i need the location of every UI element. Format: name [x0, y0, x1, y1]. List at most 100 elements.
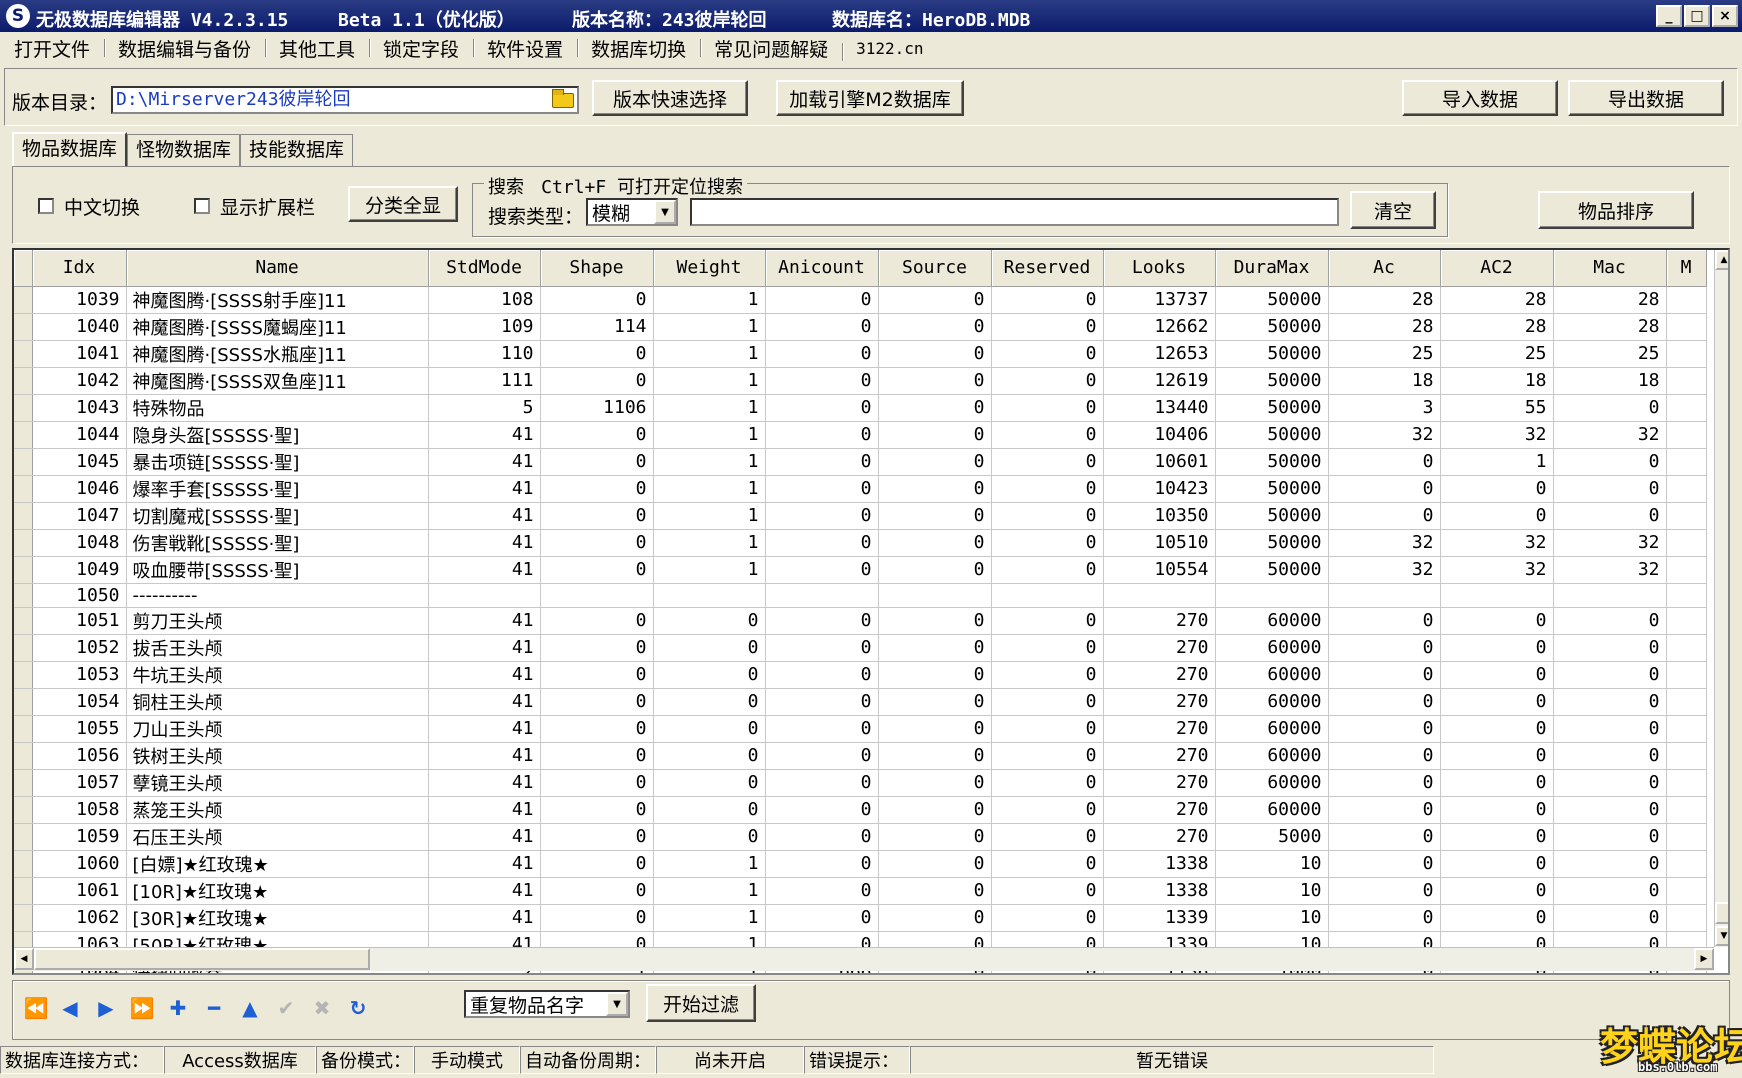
- table-row[interactable]: 1052 拔舌王头颅 41 0 0 0 0 0 270 60000 0 0 0: [14, 634, 1707, 662]
- tab-items[interactable]: 物品数据库: [12, 132, 128, 166]
- cell-weight[interactable]: 0: [653, 769, 766, 797]
- cell-ac[interactable]: 0: [1328, 850, 1441, 878]
- cell-ac2[interactable]: 55: [1440, 394, 1554, 422]
- cell-m[interactable]: [1666, 448, 1707, 476]
- cell-duramax[interactable]: 60000: [1215, 688, 1329, 716]
- cell-name[interactable]: 牛坑王头颅: [126, 661, 429, 689]
- cell-shape[interactable]: 0: [540, 475, 654, 503]
- cell-m[interactable]: [1666, 796, 1707, 824]
- cell-looks[interactable]: 13737: [1103, 286, 1216, 314]
- cell-stdmode[interactable]: 109: [428, 313, 541, 341]
- cell-mac[interactable]: 0: [1553, 823, 1667, 851]
- cell-m[interactable]: [1666, 607, 1707, 635]
- cell-anicount[interactable]: 0: [765, 661, 879, 689]
- cell-weight[interactable]: 0: [653, 607, 766, 635]
- cell-duramax[interactable]: 60000: [1215, 661, 1329, 689]
- cell-anicount[interactable]: 0: [765, 286, 879, 314]
- cell-reserved[interactable]: 0: [991, 877, 1104, 905]
- cell-reserved[interactable]: 0: [991, 313, 1104, 341]
- cell-m[interactable]: [1666, 475, 1707, 503]
- cell-ac2[interactable]: 0: [1440, 904, 1554, 932]
- cell-anicount[interactable]: 0: [765, 688, 879, 716]
- cell-mac[interactable]: 0: [1553, 904, 1667, 932]
- cell-stdmode[interactable]: 41: [428, 502, 541, 530]
- cell-reserved[interactable]: 0: [991, 448, 1104, 476]
- row-indicator[interactable]: [14, 502, 33, 530]
- cell-duramax[interactable]: 50000: [1215, 286, 1329, 314]
- cell-looks[interactable]: 13440: [1103, 394, 1216, 422]
- cell-ac2[interactable]: 32: [1440, 556, 1554, 584]
- cell-reserved[interactable]: 0: [991, 475, 1104, 503]
- cell-idx[interactable]: 1051: [32, 607, 127, 635]
- table-row[interactable]: 1045 暴击项链[SSSSS·聖] 41 0 1 0 0 0 10601 50000 0 1 0: [14, 448, 1707, 476]
- cell-ac[interactable]: 32: [1328, 556, 1441, 584]
- cell-ac[interactable]: 0: [1328, 475, 1441, 503]
- cell-stdmode[interactable]: 41: [428, 877, 541, 905]
- cell-idx[interactable]: 1048: [32, 529, 127, 557]
- column-header-looks[interactable]: Looks: [1103, 250, 1216, 287]
- cell-name[interactable]: ----------: [126, 583, 429, 608]
- cell-mac[interactable]: [1553, 583, 1667, 608]
- cell-ac2[interactable]: 0: [1440, 634, 1554, 662]
- cell-duramax[interactable]: 10: [1215, 904, 1329, 932]
- cell-reserved[interactable]: 0: [991, 394, 1104, 422]
- tab-skills[interactable]: 技能数据库: [240, 134, 354, 166]
- cell-weight[interactable]: 1: [653, 367, 766, 395]
- cell-m[interactable]: [1666, 502, 1707, 530]
- cell-stdmode[interactable]: 41: [428, 904, 541, 932]
- row-indicator[interactable]: [14, 475, 33, 503]
- cell-idx[interactable]: 1060: [32, 850, 127, 878]
- table-row[interactable]: 1040 神魔图腾·[SSSS魔蝎座]11 109 114 1 0 0 0 12662 50000…: [14, 313, 1707, 341]
- cell-duramax[interactable]: 50000: [1215, 367, 1329, 395]
- cell-shape[interactable]: 0: [540, 367, 654, 395]
- cell-duramax[interactable]: 50000: [1215, 529, 1329, 557]
- cell-weight[interactable]: [653, 583, 766, 608]
- cell-idx[interactable]: 1061: [32, 877, 127, 905]
- cell-shape[interactable]: 0: [540, 661, 654, 689]
- cell-ac2[interactable]: 28: [1440, 313, 1554, 341]
- cell-mac[interactable]: 0: [1553, 742, 1667, 770]
- cell-weight[interactable]: 1: [653, 904, 766, 932]
- cell-reserved[interactable]: 0: [991, 850, 1104, 878]
- cell-looks[interactable]: 12653: [1103, 340, 1216, 368]
- cell-looks[interactable]: 270: [1103, 742, 1216, 770]
- item-sort-button[interactable]: 物品排序: [1538, 191, 1694, 229]
- cell-source[interactable]: 0: [878, 904, 992, 932]
- cell-weight[interactable]: 1: [653, 529, 766, 557]
- cell-shape[interactable]: [540, 583, 654, 608]
- menu-website-link[interactable]: 3122.cn: [842, 39, 937, 61]
- table-row[interactable]: 1047 切割魔戒[SSSSS·聖] 41 0 1 0 0 0 10350 50000 0 0 0: [14, 502, 1707, 530]
- cell-idx[interactable]: 1050: [32, 583, 127, 608]
- cell-stdmode[interactable]: 41: [428, 421, 541, 449]
- cell-reserved[interactable]: 0: [991, 529, 1104, 557]
- cell-ac[interactable]: 0: [1328, 877, 1441, 905]
- cell-name[interactable]: 刀山王头颅: [126, 715, 429, 743]
- cell-duramax[interactable]: 50000: [1215, 313, 1329, 341]
- scroll-down-icon[interactable]: ▼: [1715, 926, 1728, 946]
- insert-icon[interactable]: ✚: [164, 996, 192, 1020]
- cell-name[interactable]: [白嫖]★红玫瑰★: [126, 850, 429, 878]
- cell-duramax[interactable]: 50000: [1215, 448, 1329, 476]
- cell-name[interactable]: 剪刀王头颅: [126, 607, 429, 635]
- cell-idx[interactable]: 1046: [32, 475, 127, 503]
- row-indicator[interactable]: [14, 634, 33, 662]
- cell-looks[interactable]: 1338: [1103, 877, 1216, 905]
- cell-name[interactable]: 拔舌王头颅: [126, 634, 429, 662]
- import-data-button[interactable]: 导入数据: [1402, 80, 1558, 116]
- cell-idx[interactable]: 1059: [32, 823, 127, 851]
- row-indicator[interactable]: [14, 715, 33, 743]
- cell-mac[interactable]: 0: [1553, 769, 1667, 797]
- cell-source[interactable]: 0: [878, 529, 992, 557]
- row-indicator[interactable]: [14, 850, 33, 878]
- cell-duramax[interactable]: 60000: [1215, 796, 1329, 824]
- cell-shape[interactable]: 0: [540, 688, 654, 716]
- cell-ac[interactable]: 25: [1328, 340, 1441, 368]
- table-row[interactable]: 1054 铜柱王头颅 41 0 0 0 0 0 270 60000 0 0 0: [14, 688, 1707, 716]
- cell-duramax[interactable]: 10: [1215, 877, 1329, 905]
- row-indicator[interactable]: [14, 769, 33, 797]
- cell-weight[interactable]: 1: [653, 850, 766, 878]
- cell-stdmode[interactable]: 41: [428, 475, 541, 503]
- cell-m[interactable]: [1666, 634, 1707, 662]
- cell-idx[interactable]: 1040: [32, 313, 127, 341]
- cell-source[interactable]: 0: [878, 475, 992, 503]
